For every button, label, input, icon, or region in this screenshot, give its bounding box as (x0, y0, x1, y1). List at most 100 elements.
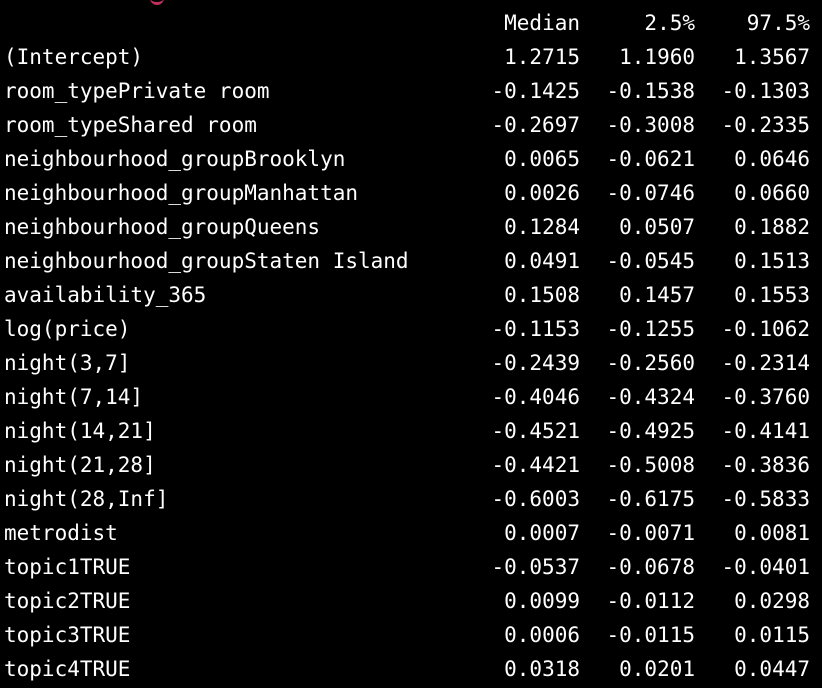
table-row: neighbourhood_groupManhattan 0.0026 -0.074… (4, 176, 818, 210)
table-row: topic4TRUE 0.0318 0.0201 0.0447 (4, 652, 818, 686)
row-median: -0.4521 (491, 419, 580, 443)
row-median: -0.0537 (491, 555, 580, 579)
row-97-5-percent: 0.1882 (734, 215, 810, 239)
row-term: topic4TRUE (4, 657, 131, 681)
row-97-5-percent: 0.1513 (734, 249, 810, 273)
header-median: Median (504, 11, 580, 35)
row-term: neighbourhood_groupStaten Island (4, 249, 409, 273)
row-2-5-percent: -0.0112 (606, 589, 695, 613)
cropped-red-glyph (150, 0, 164, 5)
table-row: room_typeShared room -0.2697 -0.3008 -0.233… (4, 108, 818, 142)
row-97-5-percent: 0.0646 (734, 147, 810, 171)
table-row: neighbourhood_groupStaten Island 0.0491 -0… (4, 244, 818, 278)
row-97-5-percent: 1.3567 (734, 45, 810, 69)
table-row: topic3TRUE 0.0006 -0.0115 0.0115 (4, 618, 818, 652)
row-97-5-percent: 0.0298 (734, 589, 810, 613)
row-2-5-percent: -0.1538 (606, 79, 695, 103)
row-median: 1.2715 (504, 45, 580, 69)
row-97-5-percent: 0.0447 (734, 657, 810, 681)
row-2-5-percent: 1.1960 (619, 45, 695, 69)
row-median: 0.1508 (504, 283, 580, 307)
row-97-5-percent: 0.0115 (734, 623, 810, 647)
row-median: 0.1284 (504, 215, 580, 239)
row-term: night(28,Inf] (4, 487, 169, 511)
console-output: Median 2.5% 97.5% (Intercept) 1.2715 1.196… (4, 6, 818, 686)
row-2-5-percent: -0.0678 (606, 555, 695, 579)
row-2-5-percent: -0.0621 (606, 147, 695, 171)
row-97-5-percent: -0.4141 (721, 419, 810, 443)
row-median: -0.1425 (491, 79, 580, 103)
row-97-5-percent: -0.5833 (721, 487, 810, 511)
row-median: 0.0065 (504, 147, 580, 171)
row-term: log(price) (4, 317, 131, 341)
row-2-5-percent: -0.0115 (606, 623, 695, 647)
row-term: night(3,7] (4, 351, 131, 375)
table-row: room_typePrivate room -0.1425 -0.1538 -0.13… (4, 74, 818, 108)
row-2-5-percent: 0.0507 (619, 215, 695, 239)
row-2-5-percent: -0.4925 (606, 419, 695, 443)
row-median: -0.2439 (491, 351, 580, 375)
row-2-5-percent: 0.0201 (619, 657, 695, 681)
row-term: night(21,28] (4, 453, 156, 477)
table-row: (Intercept) 1.2715 1.1960 1.3567 (4, 40, 818, 74)
row-2-5-percent: -0.2560 (606, 351, 695, 375)
table-row: availability_365 0.1508 0.1457 0.1553 (4, 278, 818, 312)
header-97-5-percent: 97.5% (746, 11, 810, 35)
row-97-5-percent: -0.3760 (721, 385, 810, 409)
row-2-5-percent: -0.1255 (606, 317, 695, 341)
row-median: 0.0491 (504, 249, 580, 273)
row-2-5-percent: -0.3008 (606, 113, 695, 137)
row-term: night(7,14] (4, 385, 144, 409)
row-median: 0.0006 (504, 623, 580, 647)
row-97-5-percent: -0.0401 (721, 555, 810, 579)
row-term: neighbourhood_groupQueens (4, 215, 321, 239)
table-row: metrodist 0.0007 -0.0071 0.0081 (4, 516, 818, 550)
table-row: topic1TRUE -0.0537 -0.0678 -0.0401 (4, 550, 818, 584)
row-97-5-percent: 0.0660 (734, 181, 810, 205)
row-term: room_typePrivate room (4, 79, 270, 103)
row-median: 0.0318 (504, 657, 580, 681)
row-2-5-percent: -0.0746 (606, 181, 695, 205)
row-median: 0.0026 (504, 181, 580, 205)
row-median: -0.6003 (491, 487, 580, 511)
table-row: night(14,21] -0.4521 -0.4925 -0.4141 (4, 414, 818, 448)
row-median: 0.0007 (504, 521, 580, 545)
row-97-5-percent: 0.0081 (734, 521, 810, 545)
row-term: topic1TRUE (4, 555, 131, 579)
row-median: -0.4421 (491, 453, 580, 477)
table-header-row: Median 2.5% 97.5% (4, 6, 818, 40)
row-97-5-percent: 0.1553 (734, 283, 810, 307)
row-2-5-percent: 0.1457 (619, 283, 695, 307)
row-median: -0.2697 (491, 113, 580, 137)
row-term: availability_365 (4, 283, 207, 307)
row-median: 0.0099 (504, 589, 580, 613)
table-row: neighbourhood_groupQueens 0.1284 0.0507 0.1… (4, 210, 818, 244)
row-term: metrodist (4, 521, 118, 545)
row-median: -0.4046 (491, 385, 580, 409)
row-term: neighbourhood_groupBrooklyn (4, 147, 346, 171)
row-term: night(14,21] (4, 419, 156, 443)
table-row: night(7,14] -0.4046 -0.4324 -0.3760 (4, 380, 818, 414)
row-97-5-percent: -0.1303 (721, 79, 810, 103)
row-2-5-percent: -0.0545 (606, 249, 695, 273)
row-97-5-percent: -0.2335 (721, 113, 810, 137)
row-term: topic2TRUE (4, 589, 131, 613)
row-2-5-percent: -0.5008 (606, 453, 695, 477)
row-term: topic3TRUE (4, 623, 131, 647)
table-row: night(3,7] -0.2439 -0.2560 -0.2314 (4, 346, 818, 380)
row-term: room_typeShared room (4, 113, 257, 137)
row-97-5-percent: -0.3836 (721, 453, 810, 477)
row-2-5-percent: -0.6175 (606, 487, 695, 511)
table-row: log(price) -0.1153 -0.1255 -0.1062 (4, 312, 818, 346)
table-row: topic2TRUE 0.0099 -0.0112 0.0298 (4, 584, 818, 618)
row-2-5-percent: -0.0071 (606, 521, 695, 545)
row-term: neighbourhood_groupManhattan (4, 181, 359, 205)
header-2-5-percent: 2.5% (644, 11, 695, 35)
table-row: night(28,Inf] -0.6003 -0.6175 -0.5833 (4, 482, 818, 516)
table-body: (Intercept) 1.2715 1.1960 1.3567 room_typePr… (4, 40, 818, 686)
table-row: neighbourhood_groupBrooklyn 0.0065 -0.0621… (4, 142, 818, 176)
row-2-5-percent: -0.4324 (606, 385, 695, 409)
table-row: night(21,28] -0.4421 -0.5008 -0.3836 (4, 448, 818, 482)
row-97-5-percent: -0.2314 (721, 351, 810, 375)
row-term: (Intercept) (4, 45, 144, 69)
